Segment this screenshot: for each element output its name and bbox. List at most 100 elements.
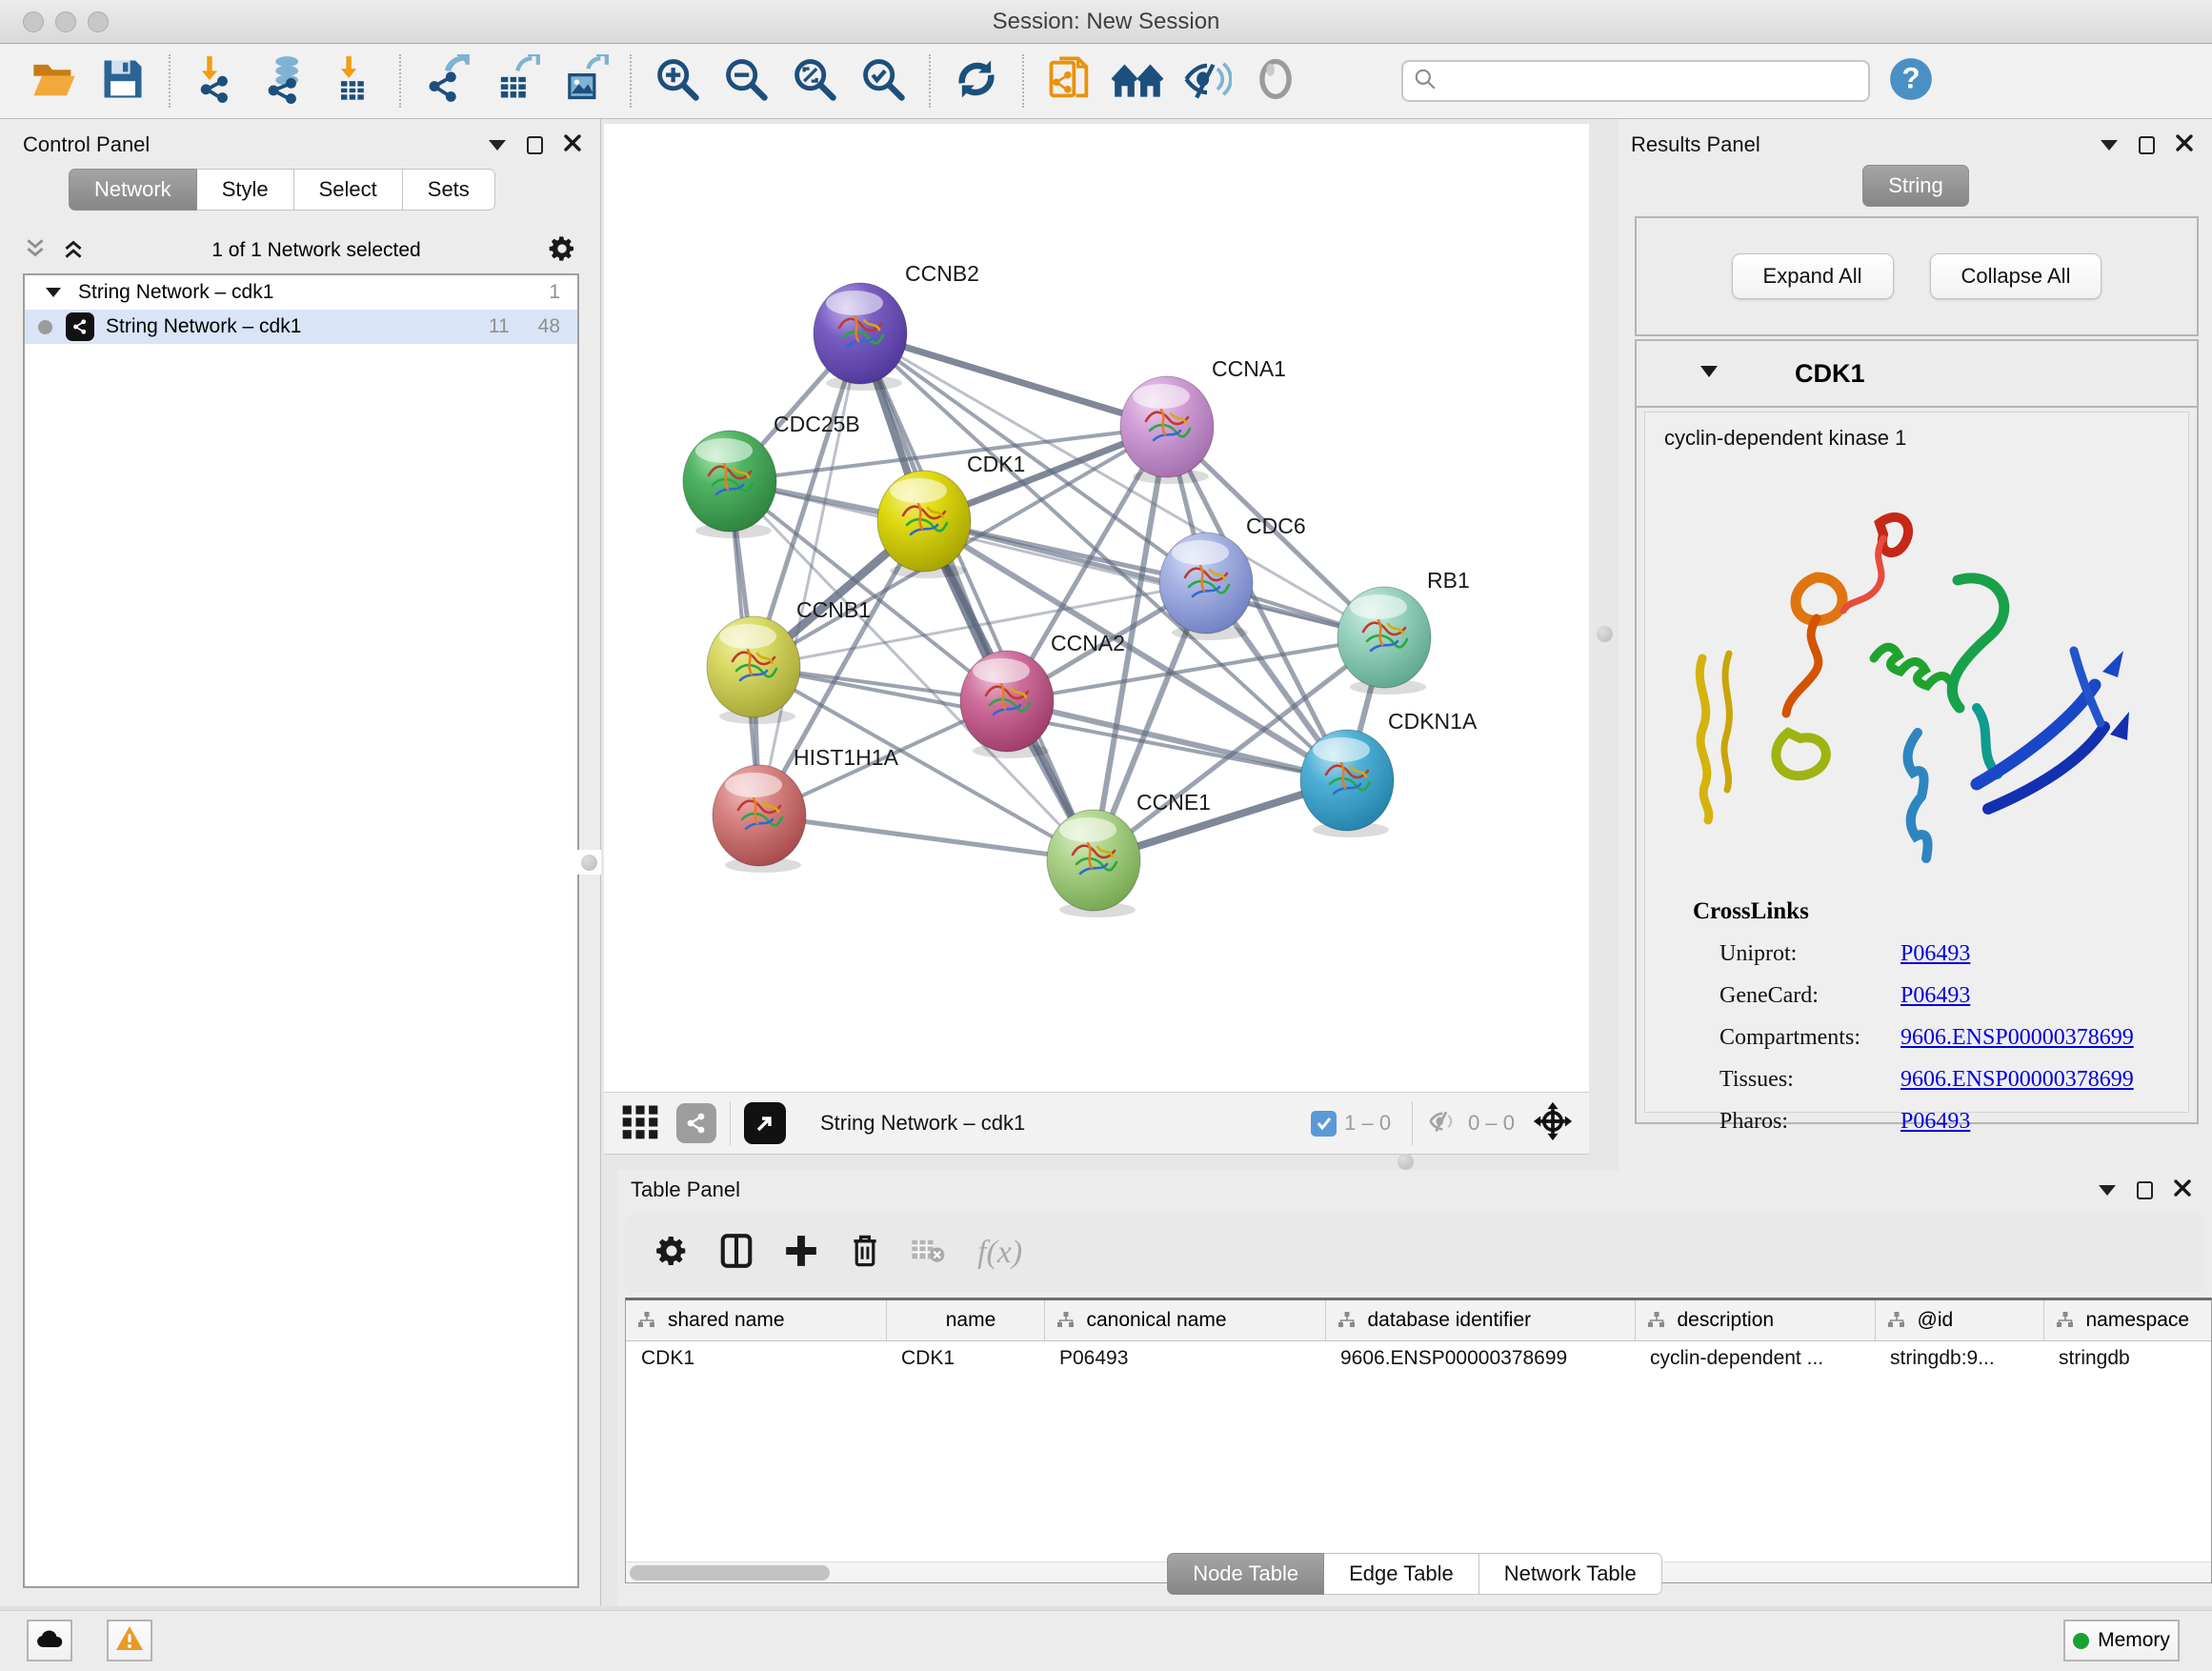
cell-name[interactable]: CDK1 xyxy=(886,1340,1044,1377)
cell-canonical-name[interactable]: P06493 xyxy=(1044,1340,1325,1377)
toolbar-separator xyxy=(630,54,632,108)
zoom-selected-button[interactable] xyxy=(855,53,911,109)
crosslink-uniprot-link[interactable]: P06493 xyxy=(1900,941,1970,967)
cell-at-id[interactable]: stringdb:9... xyxy=(1875,1340,2043,1377)
eye-slash-icon xyxy=(1182,54,1232,109)
open-session-button[interactable] xyxy=(27,53,82,109)
zoom-in-button[interactable] xyxy=(650,53,705,109)
float-panel-icon[interactable] xyxy=(2137,1181,2153,1199)
import-table-from-file-button[interactable] xyxy=(326,53,381,109)
export-image-button[interactable] xyxy=(556,53,612,109)
crosslink-genecard-link[interactable]: P06493 xyxy=(1900,983,1970,1009)
network-view-toolbar: String Network – cdk1 1 – 0 0 – 0 xyxy=(604,1092,1589,1155)
hidden-counter: 0 – 0 xyxy=(1468,1111,1515,1136)
warnings-button[interactable] xyxy=(107,1620,152,1661)
close-panel-icon[interactable] xyxy=(564,134,581,156)
search-input[interactable] xyxy=(1438,69,1847,93)
float-panel-icon[interactable] xyxy=(527,136,543,154)
panel-menu-icon[interactable] xyxy=(2101,140,2118,151)
save-session-button[interactable] xyxy=(95,53,151,109)
crosslink-pharos-link[interactable]: P06493 xyxy=(1900,1109,1970,1135)
toolbar-search[interactable] xyxy=(1401,60,1870,102)
node-table[interactable]: shared name name canonical name database… xyxy=(625,1298,2212,1583)
zoom-out-button[interactable] xyxy=(718,53,774,109)
cell-description[interactable]: cyclin-dependent ... xyxy=(1635,1340,1875,1377)
cloud-button[interactable] xyxy=(27,1620,72,1661)
refresh-view-button[interactable] xyxy=(949,53,1004,109)
collapse-all-button[interactable]: Collapse All xyxy=(1930,253,2102,299)
memory-button[interactable]: Memory xyxy=(2063,1620,2180,1661)
network-node-RB1[interactable]: RB1 xyxy=(1337,568,1470,695)
hide-selected-button[interactable] xyxy=(1179,53,1235,109)
help-button[interactable]: ? xyxy=(1883,53,1939,109)
column-header[interactable]: description xyxy=(1635,1300,1875,1340)
right-splitter-handle[interactable] xyxy=(1592,621,1617,646)
home-button[interactable] xyxy=(1111,53,1166,109)
float-panel-icon[interactable] xyxy=(2139,136,2155,154)
export-table-button[interactable] xyxy=(488,53,543,109)
cell-shared-name[interactable]: CDK1 xyxy=(626,1340,886,1377)
crosslink-tissues-link[interactable]: 9606.ENSP00000378699 xyxy=(1900,1067,2134,1093)
network-node-HIST1H1A[interactable]: HIST1H1A xyxy=(713,745,899,873)
collection-expand-icon[interactable] xyxy=(46,281,61,304)
network-row-selected[interactable]: String Network – cdk1 11 48 xyxy=(25,310,577,344)
delete-column-trash-icon[interactable] xyxy=(848,1233,882,1274)
share-document-button[interactable] xyxy=(1042,53,1097,109)
tab-network-table[interactable]: Network Table xyxy=(1479,1553,1662,1595)
network-collection-row[interactable]: String Network – cdk1 1 xyxy=(25,275,577,310)
column-header[interactable]: canonical name xyxy=(1044,1300,1325,1340)
tab-style[interactable]: Style xyxy=(197,169,294,211)
left-splitter-handle[interactable] xyxy=(576,850,601,875)
network-name: String Network – cdk1 xyxy=(106,315,301,338)
network-node-CDC6[interactable]: CDC6 xyxy=(1159,513,1306,640)
network-node-CCNB2[interactable]: CCNB2 xyxy=(814,261,979,391)
network-canvas[interactable]: CCNB2CCNA1CDC25BCDK1CDC6RB1CCNB1CCNA2CDK… xyxy=(604,124,1589,1092)
panel-menu-icon[interactable] xyxy=(489,140,506,151)
tab-network[interactable]: Network xyxy=(69,169,197,211)
node-count: 11 xyxy=(489,315,510,338)
column-header[interactable]: @id xyxy=(1875,1300,2043,1340)
tab-sets[interactable]: Sets xyxy=(403,169,495,211)
crosslink-compartments-link[interactable]: 9606.ENSP00000378699 xyxy=(1900,1025,2134,1051)
table-row[interactable]: CDK1 CDK1 P06493 9606.ENSP00000378699 cy… xyxy=(626,1340,2212,1377)
save-floppy-icon xyxy=(98,54,148,109)
export-network-button[interactable] xyxy=(419,53,474,109)
string-view-icon[interactable] xyxy=(676,1103,716,1143)
column-header[interactable]: namespace xyxy=(2043,1300,2212,1340)
column-header[interactable]: shared name xyxy=(626,1300,886,1340)
import-network-from-file-button[interactable] xyxy=(189,53,244,109)
zoom-fit-content-button[interactable] xyxy=(787,53,842,109)
close-panel-icon[interactable] xyxy=(2176,134,2193,156)
network-edge[interactable] xyxy=(924,521,1384,637)
network-edge[interactable] xyxy=(860,333,1167,427)
import-network-from-database-button[interactable] xyxy=(257,53,312,109)
entry-collapse-icon[interactable] xyxy=(1699,365,1719,383)
birds-eye-view-icon[interactable] xyxy=(744,1102,786,1144)
network-options-gear-icon[interactable] xyxy=(547,233,577,269)
tab-edge-table[interactable]: Edge Table xyxy=(1324,1553,1479,1595)
cell-database-identifier[interactable]: 9606.ENSP00000378699 xyxy=(1325,1340,1635,1377)
network-node-CDKN1A[interactable]: CDKN1A xyxy=(1300,709,1478,837)
network-edge[interactable] xyxy=(860,333,1094,860)
show-all-button[interactable] xyxy=(1248,53,1303,109)
grid-view-icon[interactable] xyxy=(619,1100,661,1147)
collapse-all-networks-icon[interactable] xyxy=(61,236,86,266)
cell-namespace[interactable]: stringdb xyxy=(2043,1340,2212,1377)
column-header[interactable]: name xyxy=(886,1300,1044,1340)
network-edge[interactable] xyxy=(759,815,1094,860)
tab-string-results[interactable]: String xyxy=(1862,165,1968,207)
pan-crosshair-icon[interactable] xyxy=(1532,1100,1574,1147)
expand-all-networks-icon[interactable] xyxy=(23,236,48,266)
add-column-icon[interactable] xyxy=(783,1233,819,1274)
hidden-eye-icon[interactable] xyxy=(1426,1104,1460,1143)
table-settings-gear-icon[interactable] xyxy=(654,1233,690,1274)
column-header[interactable]: database identifier xyxy=(1325,1300,1635,1340)
tab-node-table[interactable]: Node Table xyxy=(1167,1553,1324,1595)
expand-all-button[interactable]: Expand All xyxy=(1732,253,1894,299)
selected-nodes-checkbox[interactable] xyxy=(1311,1111,1337,1137)
close-panel-icon[interactable] xyxy=(2174,1179,2191,1201)
show-columns-icon[interactable] xyxy=(718,1233,754,1274)
network-node-CDK1[interactable]: CDK1 xyxy=(877,452,1025,578)
panel-menu-icon[interactable] xyxy=(2099,1185,2116,1196)
tab-select[interactable]: Select xyxy=(294,169,403,211)
